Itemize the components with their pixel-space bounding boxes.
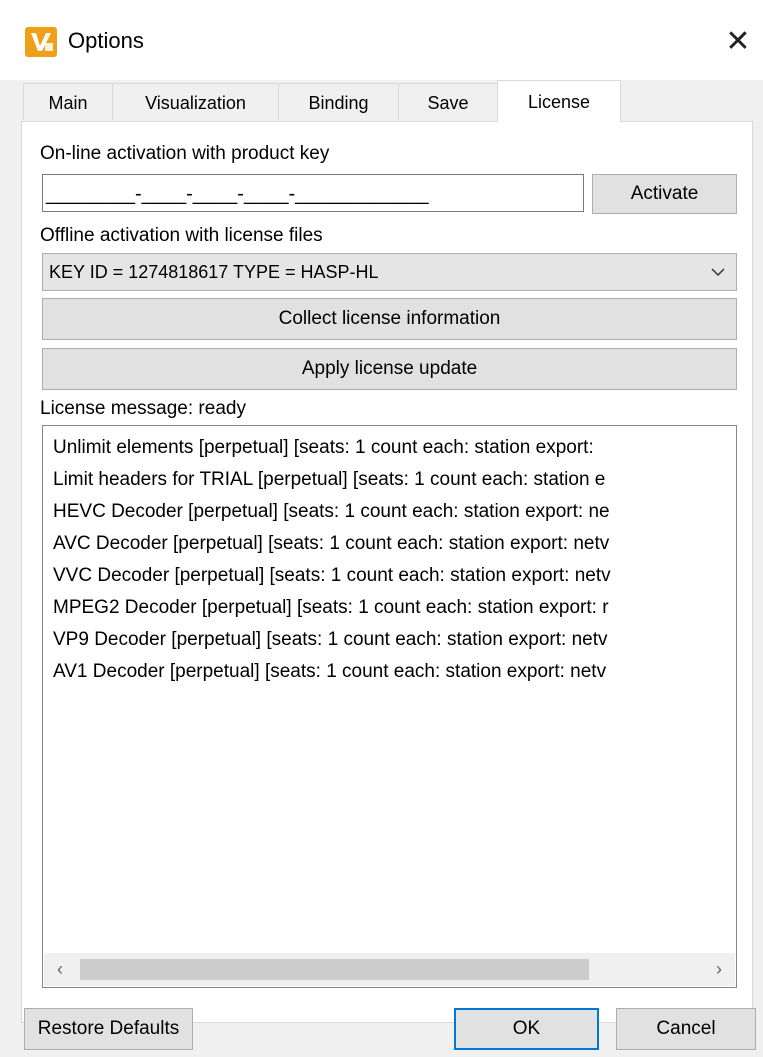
restore-defaults-button[interactable]: Restore Defaults [24, 1008, 193, 1050]
product-key-input[interactable]: ________-____-____-____-____________ [42, 174, 584, 212]
window-title: Options [68, 28, 144, 53]
scrollbar-thumb[interactable] [80, 959, 589, 980]
license-file-selected: KEY ID = 1274818617 TYPE = HASP-HL [49, 262, 379, 282]
horizontal-scrollbar[interactable]: ‹ › [44, 953, 735, 986]
apply-license-update-button[interactable]: Apply license update [42, 348, 737, 390]
online-activation-label: On-line activation with product key [40, 143, 330, 164]
list-item[interactable]: VP9 Decoder [perpetual] [seats: 1 count … [53, 629, 608, 651]
offline-activation-label: Offline activation with license files [40, 225, 323, 246]
scroll-right-icon[interactable]: › [709, 958, 729, 980]
list-item[interactable]: VVC Decoder [perpetual] [seats: 1 count … [53, 565, 611, 587]
tab-visualization[interactable]: Visualization [112, 83, 279, 120]
list-item[interactable]: HEVC Decoder [perpetual] [seats: 1 count… [53, 501, 610, 523]
tab-save[interactable]: Save [398, 83, 498, 120]
activate-button[interactable]: Activate [592, 174, 737, 214]
list-item[interactable]: Unlimit elements [perpetual] [seats: 1 c… [53, 437, 594, 459]
ok-button[interactable]: OK [454, 1008, 599, 1050]
license-file-select[interactable]: KEY ID = 1274818617 TYPE = HASP-HL [42, 253, 737, 291]
close-icon[interactable]: ✕ [718, 22, 758, 62]
list-item[interactable]: Limit headers for TRIAL [perpetual] [sea… [53, 469, 605, 491]
license-entries-list[interactable]: Unlimit elements [perpetual] [seats: 1 c… [42, 425, 737, 988]
tab-main[interactable]: Main [23, 83, 113, 120]
cancel-button[interactable]: Cancel [616, 1008, 756, 1050]
scroll-left-icon[interactable]: ‹ [50, 958, 70, 980]
app-logo-icon [25, 27, 57, 57]
list-item[interactable]: AVC Decoder [perpetual] [seats: 1 count … [53, 533, 609, 555]
license-message-label: License message: ready [40, 398, 246, 419]
chevron-down-icon [710, 264, 726, 285]
tab-binding[interactable]: Binding [278, 83, 399, 120]
list-item[interactable]: AV1 Decoder [perpetual] [seats: 1 count … [53, 661, 606, 683]
collect-license-info-button[interactable]: Collect license information [42, 298, 737, 340]
list-item[interactable]: MPEG2 Decoder [perpetual] [seats: 1 coun… [53, 597, 609, 619]
tab-license[interactable]: License [497, 80, 621, 122]
title-bar: Options ✕ [0, 0, 763, 80]
